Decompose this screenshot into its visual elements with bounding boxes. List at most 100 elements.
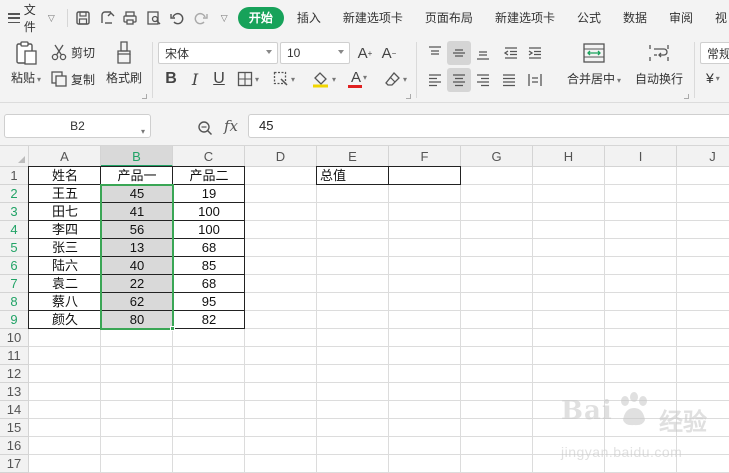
cell-b2[interactable]: 45	[101, 185, 173, 203]
tab-new-1[interactable]: 新建选项卡	[334, 7, 412, 29]
column-header-b[interactable]: B	[101, 146, 173, 167]
row-header-5[interactable]: 5	[0, 239, 29, 257]
formula-input[interactable]: 45	[248, 114, 729, 138]
merge-center-button[interactable]: 合并居中 ▾	[562, 42, 626, 87]
cut-button[interactable]: 剪切	[50, 43, 95, 61]
increase-indent-button[interactable]	[523, 41, 547, 65]
italic-button[interactable]: I	[183, 67, 207, 91]
tab-home[interactable]: 开始	[237, 7, 284, 29]
fill-color-button[interactable]: ▾	[307, 67, 341, 91]
column-header-g[interactable]: G	[461, 146, 533, 167]
align-top-button[interactable]	[423, 41, 447, 65]
cell-c8[interactable]: 95	[173, 293, 245, 311]
wrap-text-button[interactable]: 自动换行	[632, 42, 686, 87]
align-center-button[interactable]	[447, 68, 471, 92]
cell-b8[interactable]: 62	[101, 293, 173, 311]
column-header-c[interactable]: C	[173, 146, 245, 167]
row-header-8[interactable]: 8	[0, 293, 29, 311]
cell-c4[interactable]: 100	[173, 221, 245, 239]
format-painter-button[interactable]: 格式刷	[104, 40, 144, 86]
row-header-4[interactable]: 4	[0, 221, 29, 239]
copy-button[interactable]: 复制	[50, 70, 95, 88]
cell-b6[interactable]: 40	[101, 257, 173, 275]
cell-a4[interactable]: 李四	[29, 221, 101, 239]
row-header-1[interactable]: 1	[0, 167, 29, 185]
font-size-select[interactable]: 10	[280, 42, 350, 64]
cell-a8[interactable]: 蔡八	[29, 293, 101, 311]
cell-c3[interactable]: 100	[173, 203, 245, 221]
underline-button[interactable]: U	[207, 67, 231, 91]
decrease-font-icon[interactable]: A −	[377, 41, 401, 65]
column-header-f[interactable]: F	[389, 146, 461, 167]
spreadsheet-grid[interactable]: A B C D E F G H I J 1 2 3 4 5 6 7 8 9 10 11 12 13 14 15 16 17 姓名 产品一…	[0, 146, 729, 473]
zoom-icon[interactable]	[197, 120, 213, 136]
cell-a6[interactable]: 陆六	[29, 257, 101, 275]
row-header-16[interactable]: 16	[0, 437, 29, 455]
align-left-button[interactable]	[423, 68, 447, 92]
row-header-12[interactable]: 12	[0, 365, 29, 383]
cell-a1[interactable]: 姓名	[29, 167, 101, 185]
row-header-15[interactable]: 15	[0, 419, 29, 437]
cell-b7[interactable]: 22	[101, 275, 173, 293]
export-icon[interactable]	[97, 7, 116, 29]
group-launcher[interactable]	[142, 94, 147, 99]
align-bottom-button[interactable]	[471, 41, 495, 65]
print-icon[interactable]	[121, 7, 140, 29]
group-launcher[interactable]	[684, 94, 689, 99]
cell-a7[interactable]: 袁二	[29, 275, 101, 293]
cell-b3[interactable]: 41	[101, 203, 173, 221]
redo-icon[interactable]	[191, 7, 210, 29]
cell-c2[interactable]: 19	[173, 185, 245, 203]
cell-a3[interactable]: 田七	[29, 203, 101, 221]
row-header-14[interactable]: 14	[0, 401, 29, 419]
font-name-select[interactable]: 宋体	[158, 42, 278, 64]
column-header-e[interactable]: E	[317, 146, 389, 167]
clear-format-button[interactable]: ▾	[381, 67, 411, 91]
cell-a9[interactable]: 颜久	[29, 311, 101, 329]
row-header-10[interactable]: 10	[0, 329, 29, 347]
tab-insert[interactable]: 插入	[288, 7, 330, 29]
tab-new-2[interactable]: 新建选项卡	[486, 7, 564, 29]
number-format-select[interactable]: 常规	[700, 42, 729, 64]
cell-c7[interactable]: 68	[173, 275, 245, 293]
row-header-13[interactable]: 13	[0, 383, 29, 401]
row-header-6[interactable]: 6	[0, 257, 29, 275]
column-header-i[interactable]: I	[605, 146, 677, 167]
decrease-indent-button[interactable]	[499, 41, 523, 65]
tab-data[interactable]: 数据	[614, 7, 656, 29]
name-box[interactable]: B2 ▾	[4, 114, 151, 138]
row-header-2[interactable]: 2	[0, 185, 29, 203]
column-header-a[interactable]: A	[29, 146, 101, 167]
cell-e1[interactable]: 总值	[317, 167, 389, 185]
cell-c5[interactable]: 68	[173, 239, 245, 257]
save-icon[interactable]	[74, 7, 93, 29]
undo-icon[interactable]	[168, 7, 187, 29]
print-preview-icon[interactable]	[144, 7, 163, 29]
cell-b4[interactable]: 56	[101, 221, 173, 239]
file-menu[interactable]: 文件 ▽	[0, 0, 63, 36]
distributed-button[interactable]	[523, 68, 547, 92]
row-header-9[interactable]: 9	[0, 311, 29, 329]
tab-formulas[interactable]: 公式	[568, 7, 610, 29]
tab-view[interactable]: 视	[706, 7, 727, 29]
cell-a2[interactable]: 王五	[29, 185, 101, 203]
group-launcher[interactable]	[406, 94, 411, 99]
column-header-d[interactable]: D	[245, 146, 317, 167]
cell-c9[interactable]: 82	[173, 311, 245, 329]
cell-a5[interactable]: 张三	[29, 239, 101, 257]
cell-c6[interactable]: 85	[173, 257, 245, 275]
column-header-j[interactable]: J	[677, 146, 729, 167]
tab-page-layout[interactable]: 页面布局	[416, 7, 482, 29]
insert-function-button[interactable]: fx	[224, 117, 238, 135]
justify-button[interactable]	[497, 68, 521, 92]
row-header-17[interactable]: 17	[0, 455, 29, 473]
fill-style-button[interactable]: ▾	[268, 67, 300, 91]
cell-c1[interactable]: 产品二	[173, 167, 245, 185]
tab-review[interactable]: 审阅	[660, 7, 702, 29]
cell-b1[interactable]: 产品一	[101, 167, 173, 185]
increase-font-icon[interactable]: A +	[353, 41, 377, 65]
currency-button[interactable]: ¥ ▾	[706, 70, 720, 86]
paste-button[interactable]: 粘贴 ▾	[8, 40, 44, 86]
column-header-h[interactable]: H	[533, 146, 605, 167]
align-right-button[interactable]	[471, 68, 495, 92]
